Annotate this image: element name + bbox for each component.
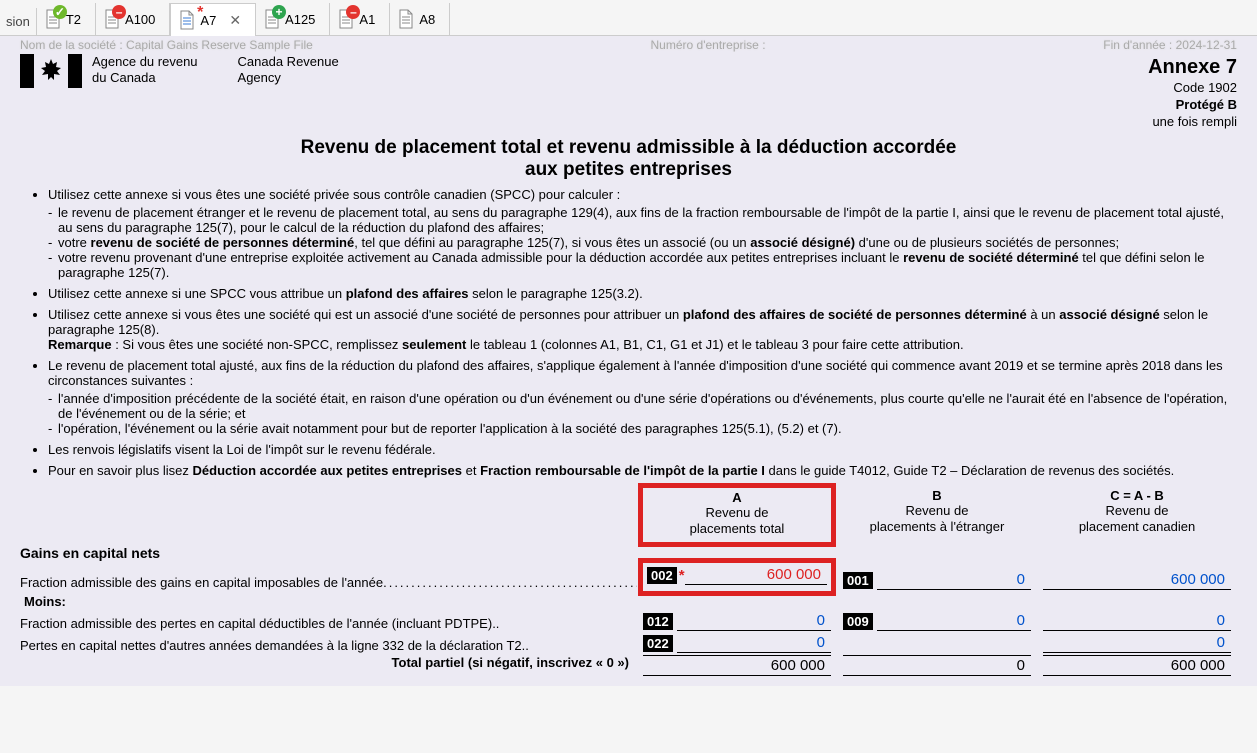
value-field[interactable]: 0: [1043, 633, 1231, 653]
tab-a7[interactable]: * A7 ✕: [170, 3, 256, 36]
annexe-rempli: une fois rempli: [1148, 114, 1237, 131]
computation-table: A Revenu de placements total B Revenu de…: [20, 488, 1237, 677]
meta-company: Nom de la société : Capital Gains Reserv…: [20, 38, 313, 52]
tab-a125[interactable]: + A125: [256, 3, 330, 35]
tab-label: T2: [66, 12, 81, 27]
close-icon[interactable]: ✕: [229, 12, 241, 29]
bullet-1-sub-2: votre revenu de société de personnes dét…: [58, 235, 1119, 250]
line-code: 022: [643, 635, 673, 652]
cell-012: 012 0: [637, 611, 837, 631]
canada-flag-icon: [20, 54, 82, 88]
section-gains: Gains en capital nets: [20, 545, 1237, 561]
tab-label: A125: [285, 12, 315, 27]
value-field[interactable]: 600 000: [685, 565, 827, 585]
annexe-title: Annexe 7: [1148, 54, 1237, 80]
document-area: Agence du revenu du Canada Canada Revenu…: [0, 52, 1257, 686]
tab-a100[interactable]: – A100: [96, 3, 170, 35]
doc-meta-strip: Nom de la société : Capital Gains Reserv…: [0, 36, 1257, 52]
bullet-4-sub-1: l'année d'imposition précédente de la so…: [58, 391, 1237, 421]
agency-english: Canada Revenue Agency: [238, 54, 339, 85]
badge-check-icon: ✓: [53, 5, 67, 19]
value-field[interactable]: 0: [1043, 611, 1231, 631]
col-c-header: C = A - B Revenu de placement canadien: [1037, 488, 1237, 542]
value-field[interactable]: 0: [877, 611, 1031, 631]
row-subtotal: Total partiel (si négatif, inscrivez « 0…: [20, 655, 1237, 676]
cell-002: 002 * 600 000: [637, 563, 837, 590]
badge-star-icon: *: [197, 4, 203, 22]
bullet-1-sub-1: le revenu de placement étranger et le re…: [58, 205, 1237, 235]
cell-c3: 0: [1037, 633, 1237, 653]
bullet-2: Utilisez cette annexe si une SPCC vous a…: [48, 286, 1237, 301]
badge-plus-icon: +: [272, 5, 286, 19]
instructions-list: Utilisez cette annexe si vous êtes une s…: [20, 187, 1237, 478]
column-headers: A Revenu de placements total B Revenu de…: [20, 488, 1237, 542]
value-field[interactable]: 0: [877, 570, 1031, 590]
tab-label: A1: [359, 12, 375, 27]
cell-subtotal-b: 0: [837, 655, 1037, 676]
value-field[interactable]: 600 000: [1043, 570, 1231, 590]
row-fraction-gains: Fraction admissible des gains en capital…: [20, 563, 1237, 590]
annexe-block: Annexe 7 Code 1902 Protégé B une fois re…: [1148, 54, 1237, 131]
bullet-5: Les renvois législatifs visent la Loi de…: [48, 442, 1237, 457]
document-icon: –: [104, 9, 120, 29]
tab-label: A8: [419, 12, 435, 27]
letterhead: Agence du revenu du Canada Canada Revenu…: [20, 54, 1237, 131]
document-icon: *: [179, 10, 195, 30]
bullet-3: Utilisez cette annexe si vous êtes une s…: [48, 307, 1237, 352]
annexe-code: Code 1902: [1148, 80, 1237, 97]
cell-subtotal-c: 600 000: [1037, 655, 1237, 676]
bullet-1-sub-3: votre revenu provenant d'une entreprise …: [58, 250, 1237, 280]
badge-minus-icon: –: [346, 5, 360, 19]
row-pertes-nettes: Pertes en capital nettes d'autres années…: [20, 633, 1237, 653]
tab-t2[interactable]: ✓ T2: [37, 3, 96, 35]
value-field[interactable]: 0: [677, 633, 831, 653]
tab-bar: sion ✓ T2 – A100 * A7 ✕ + A125 –: [0, 0, 1257, 36]
value-field: 0: [843, 655, 1031, 676]
tab-a1[interactable]: – A1: [330, 3, 390, 35]
meta-bn: Numéro d'entreprise :: [651, 38, 766, 52]
document-icon: ✓: [45, 9, 61, 29]
meta-yearend: Fin d'année : 2024-12-31: [1103, 38, 1237, 52]
line-code: 002: [647, 567, 677, 584]
cell-001: 001 0: [837, 570, 1037, 590]
document-icon: [398, 9, 414, 29]
bullet-6: Pour en savoir plus lisez Déduction acco…: [48, 463, 1237, 478]
bullet-4: Le revenu de placement total ajusté, aux…: [48, 358, 1237, 436]
line-code: 012: [643, 613, 673, 630]
cell-c1: 600 000: [1037, 570, 1237, 590]
line-code: 001: [843, 572, 873, 589]
subtotal-label: Total partiel (si négatif, inscrivez « 0…: [20, 655, 637, 676]
cell-c2: 0: [1037, 611, 1237, 631]
col-b-header: B Revenu de placements à l'étranger: [837, 488, 1037, 542]
bullet-1: Utilisez cette annexe si vous êtes une s…: [48, 187, 1237, 280]
bullet-4-sub-2: l'opération, l'événement ou la série ava…: [58, 421, 842, 436]
badge-minus-icon: –: [112, 5, 126, 19]
col-a-header: A Revenu de placements total: [637, 488, 837, 542]
page-title-2: aux petites entreprises: [20, 159, 1237, 181]
cell-022: 022 0: [637, 633, 837, 653]
page-title-1: Revenu de placement total et revenu admi…: [20, 137, 1237, 159]
cell-subtotal-a: 600 000: [637, 655, 837, 676]
tab-a8[interactable]: A8: [390, 3, 450, 35]
value-field: 600 000: [1043, 655, 1231, 676]
value-field[interactable]: 0: [677, 611, 831, 631]
document-icon: +: [264, 9, 280, 29]
value-field: 600 000: [643, 655, 831, 676]
tab-label: A100: [125, 12, 155, 27]
agency-french: Agence du revenu du Canada: [92, 54, 198, 85]
document-icon: –: [338, 9, 354, 29]
row-fraction-pertes: Fraction admissible des pertes en capita…: [20, 611, 1237, 631]
cell-009: 009 0: [837, 611, 1037, 631]
annexe-protected: Protégé B: [1148, 97, 1237, 114]
line-code: 009: [843, 613, 873, 630]
tab-left-truncated: sion: [0, 8, 37, 35]
moins-label: Moins:: [24, 594, 1237, 609]
